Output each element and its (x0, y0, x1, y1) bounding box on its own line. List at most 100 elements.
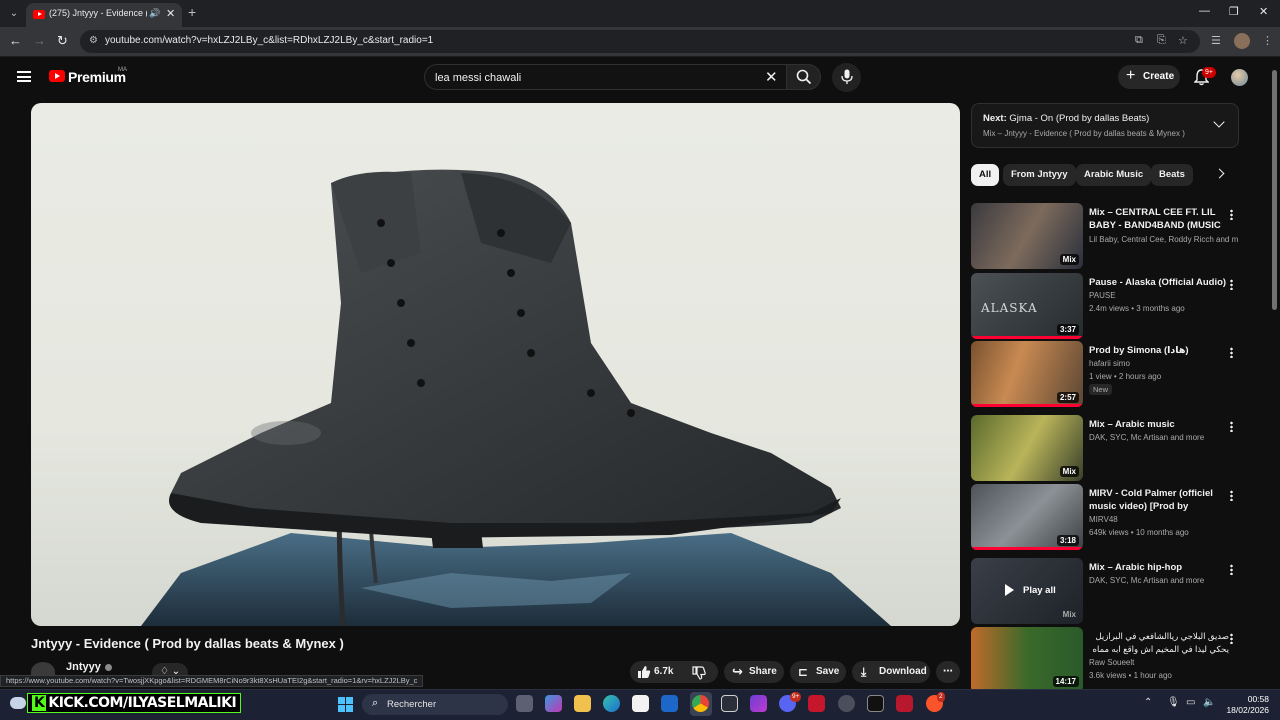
video-thumbnail[interactable]: Mix (971, 415, 1083, 481)
recommendation-item[interactable]: 14:17 صديق البلاجي رياالشافعي في البرازي… (971, 627, 1239, 689)
file-explorer-icon[interactable] (574, 695, 591, 712)
more-options-icon[interactable] (1230, 564, 1233, 575)
recommendation-item[interactable]: Mix Mix – Arabic music DAK, SYC, Mc Arti… (971, 415, 1239, 481)
scrollbar-thumb[interactable] (1272, 70, 1277, 310)
more-options-icon[interactable] (1230, 279, 1233, 290)
copilot-icon[interactable] (545, 695, 562, 712)
taskbar-search-field[interactable]: ⌕ Rechercher (362, 694, 508, 715)
video-thumbnail[interactable]: 14:17 (971, 627, 1083, 689)
more-options-icon[interactable] (1230, 347, 1233, 358)
clear-search-icon[interactable]: ✕ (765, 68, 778, 86)
search-icon (796, 69, 812, 85)
adobe-acrobat-icon[interactable] (808, 695, 825, 712)
browser-menu-icon[interactable]: ⋮ (1262, 34, 1273, 47)
recommendation-item[interactable]: Mix Mix – CENTRAL CEE FT. LIL BABY - BAN… (971, 203, 1239, 269)
like-icon[interactable] (637, 665, 651, 679)
chip-from-channel[interactable]: From Jntyyy (1003, 164, 1076, 186)
profile-avatar-icon[interactable] (1234, 33, 1250, 49)
display-icon[interactable]: ▭ (1186, 697, 1195, 708)
recording-app-icon[interactable] (896, 695, 913, 712)
microsoft-store-icon[interactable] (632, 695, 649, 712)
address-bar[interactable]: ⚙ youtube.com/watch?v=hxLZJ2LBy_c&list=R… (80, 30, 1200, 53)
recommendation-title[interactable]: صديق البلاجي رياالشافعي في البرازيل يحكي… (1089, 630, 1229, 656)
close-tab-icon[interactable]: ✕ (166, 7, 175, 20)
volume-icon[interactable]: 🔈 (1203, 697, 1215, 708)
more-options-icon[interactable] (1230, 421, 1233, 432)
voice-search-button[interactable] (832, 63, 861, 92)
video-thumbnail[interactable]: Play all Mix (971, 558, 1083, 624)
tab-search-icon[interactable]: ⌄ (6, 6, 22, 22)
back-icon[interactable]: ← (9, 33, 22, 48)
address-url[interactable]: youtube.com/watch?v=hxLZJ2LBy_c&list=RDh… (105, 35, 433, 46)
recommendation-item[interactable]: ALASKA 3:37 Pause - Alaska (Official Aud… (971, 273, 1239, 339)
close-window-icon[interactable]: ✕ (1259, 5, 1268, 18)
chevron-down-icon[interactable] (1213, 116, 1225, 128)
chip-all[interactable]: All (971, 164, 1000, 186)
steam-icon[interactable] (838, 695, 855, 712)
share-button[interactable]: ↪ Share (724, 661, 784, 683)
forward-icon[interactable]: → (33, 33, 46, 48)
game-controller-icon[interactable] (750, 695, 767, 712)
maximize-icon[interactable]: ❐ (1229, 5, 1239, 18)
recommendation-title[interactable]: MIRV - Cold Palmer (officiel music video… (1089, 487, 1229, 514)
more-options-icon[interactable] (1230, 490, 1233, 501)
reload-icon[interactable]: ↻ (57, 33, 68, 49)
search-query[interactable]: lea messi chawali (435, 72, 521, 84)
recommendation-title[interactable]: Mix – Arabic hip-hop (1089, 561, 1229, 574)
recommendation-title[interactable]: Pause - Alaska (Official Audio) (1089, 276, 1229, 289)
search-button[interactable] (786, 64, 821, 90)
install-app-icon[interactable]: ⎘ (1157, 34, 1166, 47)
save-button[interactable]: ⊏ Save (790, 661, 846, 683)
translate-icon[interactable]: ⧉ (1135, 34, 1143, 47)
taskbar-clock-time[interactable]: 00:58 (1231, 694, 1269, 704)
outlook-icon[interactable] (661, 695, 678, 712)
recommendation-item[interactable]: Play all Mix Mix – Arabic hip-hop DAK, S… (971, 558, 1239, 624)
recommendation-title[interactable]: Mix – CENTRAL CEE FT. LIL BABY - BAND4BA… (1089, 206, 1229, 233)
download-button[interactable]: ⤓ Download (852, 661, 930, 683)
reading-list-icon[interactable]: ☰ (1211, 34, 1221, 47)
like-count[interactable]: 6.7k (654, 661, 673, 683)
edge-browser-icon[interactable] (603, 695, 620, 712)
video-thumbnail[interactable]: 2:57 (971, 341, 1083, 407)
chrome-icon[interactable] (692, 695, 709, 712)
capcut-icon[interactable] (867, 695, 884, 712)
windows-start-icon[interactable] (338, 697, 353, 712)
weather-cloud-icon[interactable] (10, 697, 26, 709)
more-options-icon[interactable] (1230, 633, 1233, 644)
menu-icon[interactable] (17, 71, 31, 82)
dislike-icon[interactable] (692, 666, 706, 680)
play-all-label[interactable]: Play all (1023, 585, 1056, 596)
video-player[interactable] (31, 103, 960, 626)
channel-name[interactable]: Jntyyy (66, 661, 112, 673)
account-avatar[interactable] (1231, 69, 1248, 86)
taskbar-clock-date[interactable]: 18/02/2026 (1223, 705, 1269, 715)
recommendation-title[interactable]: Prod by Simona (هادا) (1089, 344, 1229, 357)
chevron-right-icon[interactable] (1214, 168, 1225, 179)
task-view-icon[interactable] (516, 695, 533, 712)
show-hidden-icons-chevron-icon[interactable]: ⌃ (1144, 697, 1152, 708)
more-options-icon[interactable] (1230, 209, 1233, 220)
microphone-icon[interactable]: 🎙 (1167, 697, 1180, 708)
chip-beats[interactable]: Beats (1151, 164, 1193, 186)
video-thumbnail[interactable]: 3:18 (971, 484, 1083, 550)
watch-progress-bar (971, 547, 1083, 550)
speaker-icon[interactable]: 🔊 (149, 8, 160, 19)
video-thumbnail[interactable]: Mix (971, 203, 1083, 269)
channel-name-text[interactable]: Jntyyy (66, 661, 101, 673)
more-actions-icon[interactable]: ⋯ (936, 661, 960, 683)
recommendation-item[interactable]: 3:18 MIRV - Cold Palmer (officiel music … (971, 484, 1239, 550)
new-tab-icon[interactable]: + (188, 4, 196, 20)
search-input[interactable]: lea messi chawali ✕ (424, 64, 786, 90)
recommendation-title[interactable]: Mix – Arabic music (1089, 418, 1229, 431)
chip-arabic-music[interactable]: Arabic Music (1076, 164, 1152, 186)
youtube-logo-icon[interactable] (49, 70, 65, 82)
video-thumbnail[interactable]: ALASKA 3:37 (971, 273, 1083, 339)
minimize-icon[interactable]: — (1199, 5, 1210, 17)
create-button[interactable]: + Create (1118, 65, 1180, 89)
site-info-icon[interactable]: ⚙ (89, 35, 98, 46)
snipping-tool-icon[interactable] (721, 695, 738, 712)
bookmark-star-icon[interactable]: ☆ (1178, 34, 1188, 47)
browser-tab-active[interactable]: (275) Jntyyy - Evidence ( Pro 🔊 ✕ (26, 3, 182, 27)
recommendation-item[interactable]: 2:57 Prod by Simona (هادا) hafarii simo … (971, 341, 1239, 407)
up-next-panel[interactable]: Next: Gjma - On (Prod by dallas Beats) M… (971, 103, 1239, 148)
